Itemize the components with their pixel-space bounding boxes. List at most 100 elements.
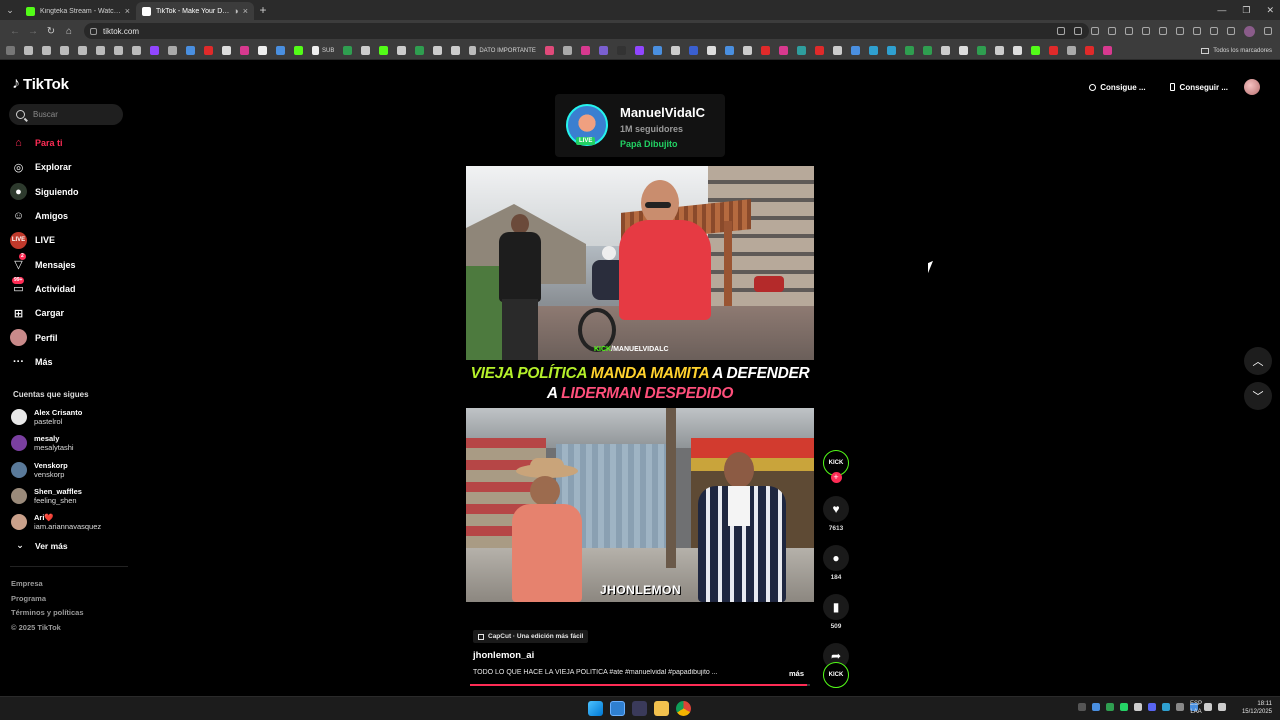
user-avatar[interactable] [1244,79,1260,95]
tray-app-icon[interactable] [1106,703,1114,711]
bookmark-site-icon[interactable] [222,46,231,55]
reading-list-icon[interactable] [1142,27,1150,35]
bookmark-label[interactable]: SUB [322,48,334,54]
microphone-tray-icon[interactable] [1204,703,1212,711]
sub-bookmark-icon[interactable] [312,46,319,55]
get-app-button[interactable]: Conseguir ... [1162,78,1236,96]
bookmark-site-icon[interactable] [616,46,626,55]
bookmark-site-icon[interactable] [361,46,371,55]
sidebar-item-friends[interactable]: ☺ Amigos [10,204,128,228]
bookmark-site-icon[interactable] [796,46,806,55]
sidebar-item-for-you[interactable]: ⌂ Para ti [10,131,128,155]
see-more-button[interactable]: ⌄ Ver más [13,540,67,551]
taskbar-clock[interactable]: 18:11 15/12/2025 [1238,700,1272,716]
bookmark-folder-icon[interactable] [132,46,141,55]
chrome-app-icon[interactable] [610,701,625,716]
search-bar[interactable] [9,104,123,125]
bookmark-site-icon[interactable] [958,46,968,55]
capcut-tag[interactable]: CapCut · Una edición más fácil [473,630,589,643]
bookmark-site-icon[interactable] [994,46,1004,55]
footer-link-company[interactable]: Empresa [11,577,84,592]
tray-app-icon[interactable] [1134,703,1142,711]
bookmark-site-icon[interactable] [814,46,824,55]
bookmark-site-icon[interactable] [652,46,662,55]
bookmark-site-icon[interactable] [1012,46,1022,55]
caption-more-button[interactable]: más [789,669,804,678]
bookmark-site-icon[interactable] [562,46,572,55]
bookmark-folder-icon[interactable] [114,46,123,55]
video-frame-bottom[interactable]: JHONLEMON [466,408,814,602]
link-icon[interactable] [1176,27,1184,35]
reload-button[interactable]: ↻ [42,26,60,37]
following-account[interactable]: Ari❤️ iam.ariannavasquez [11,509,129,535]
sidebar-item-explore[interactable]: ◎ Explorar [10,155,128,179]
tray-app-icon[interactable] [1176,703,1184,711]
site-info-icon[interactable] [90,27,97,35]
previous-video-button[interactable]: ︿ [1244,347,1272,375]
bookmark-site-icon[interactable] [922,46,932,55]
tab-search-icon[interactable]: ⌄ [0,0,20,20]
search-input[interactable] [33,110,113,119]
bookmark-site-icon[interactable] [634,46,644,55]
tiktok-logo[interactable]: ♪ TikTok [12,75,69,93]
sidebar-item-messages[interactable]: ▽ 2 Mensajes [10,252,128,276]
twitch-bookmark-icon[interactable] [150,46,159,55]
bookmark-site-icon[interactable] [397,46,407,55]
sidebar-item-more[interactable]: ··· Más [10,350,128,374]
tab-kick-stream[interactable]: Kingteka Stream - Watch Live o... × [20,2,136,20]
bookmark-site-icon[interactable] [760,46,770,55]
bookmark-folder-icon[interactable] [78,46,87,55]
menu-kebab-icon[interactable] [1264,27,1272,35]
bookmark-site-icon[interactable] [832,46,842,55]
bookmark-folder-icon[interactable] [24,46,33,55]
bookmark-site-icon[interactable] [742,46,752,55]
bookmark-label[interactable]: DATO IMPORTANTE [479,48,536,54]
extension-icon[interactable] [1108,27,1116,35]
sidebar-item-profile[interactable]: Perfil [10,325,128,349]
bookmark-site-icon[interactable] [168,46,177,55]
bookmark-site-icon[interactable] [1030,46,1040,55]
tiktok-bookmark-icon[interactable] [258,46,267,55]
bookmark-site-icon[interactable] [778,46,788,55]
windows-start-icon[interactable] [588,701,603,716]
bookmark-site-icon[interactable] [451,46,461,55]
bookmark-site-icon[interactable] [544,46,554,55]
bookmark-folder-icon[interactable] [96,46,105,55]
like-action[interactable]: ♥ 7613 [822,496,850,532]
bookmark-site-icon[interactable] [343,46,353,55]
instagram-bookmark-icon[interactable] [240,46,249,55]
bookmark-site-icon[interactable] [1066,46,1076,55]
whatsapp-tray-icon[interactable] [1120,703,1128,711]
bookmark-site-icon[interactable] [433,46,443,55]
dato-bookmark-icon[interactable] [469,46,477,55]
bookmark-site-icon[interactable] [688,46,698,55]
sidebar-item-live[interactable]: LIVE LIVE [10,228,128,252]
bookmark-site-icon[interactable] [1102,46,1112,55]
sidebar-item-following[interactable]: ● Siguiendo [10,180,128,204]
bookmark-folder-icon[interactable] [60,46,69,55]
bookmark-site-icon[interactable] [904,46,914,55]
bookmark-site-icon[interactable] [886,46,896,55]
bookmark-site-icon[interactable] [379,46,389,55]
follow-button[interactable]: + [830,472,842,483]
following-account[interactable]: mesaly mesalytashi [11,430,129,456]
footer-link-program[interactable]: Programa [11,592,84,607]
forward-button[interactable]: → [24,26,42,37]
extensions-puzzle-icon[interactable] [1125,27,1133,35]
file-explorer-icon[interactable] [654,701,669,716]
close-window-button[interactable]: ✕ [1266,5,1274,16]
bookmark-site-icon[interactable] [294,46,303,55]
tab-tiktok[interactable]: TikTok - Make Your Day ◑ × [136,2,254,20]
apps-grid-icon[interactable] [6,46,15,55]
bookmark-site-icon[interactable] [724,46,734,55]
tray-chevron-icon[interactable] [1078,703,1086,711]
bookmark-site-icon[interactable] [1084,46,1094,55]
browser-profile-avatar[interactable] [1244,25,1255,37]
chrome-icon[interactable] [676,701,691,716]
more-tools-icon[interactable] [1227,27,1235,35]
zoom-icon[interactable] [1074,27,1082,35]
tray-app-icon[interactable] [1092,703,1100,711]
url-field[interactable]: tiktok.com [84,23,1089,39]
sidebar-item-upload[interactable]: ⊞ Cargar [10,301,128,325]
home-button[interactable]: ⌂ [60,26,78,37]
